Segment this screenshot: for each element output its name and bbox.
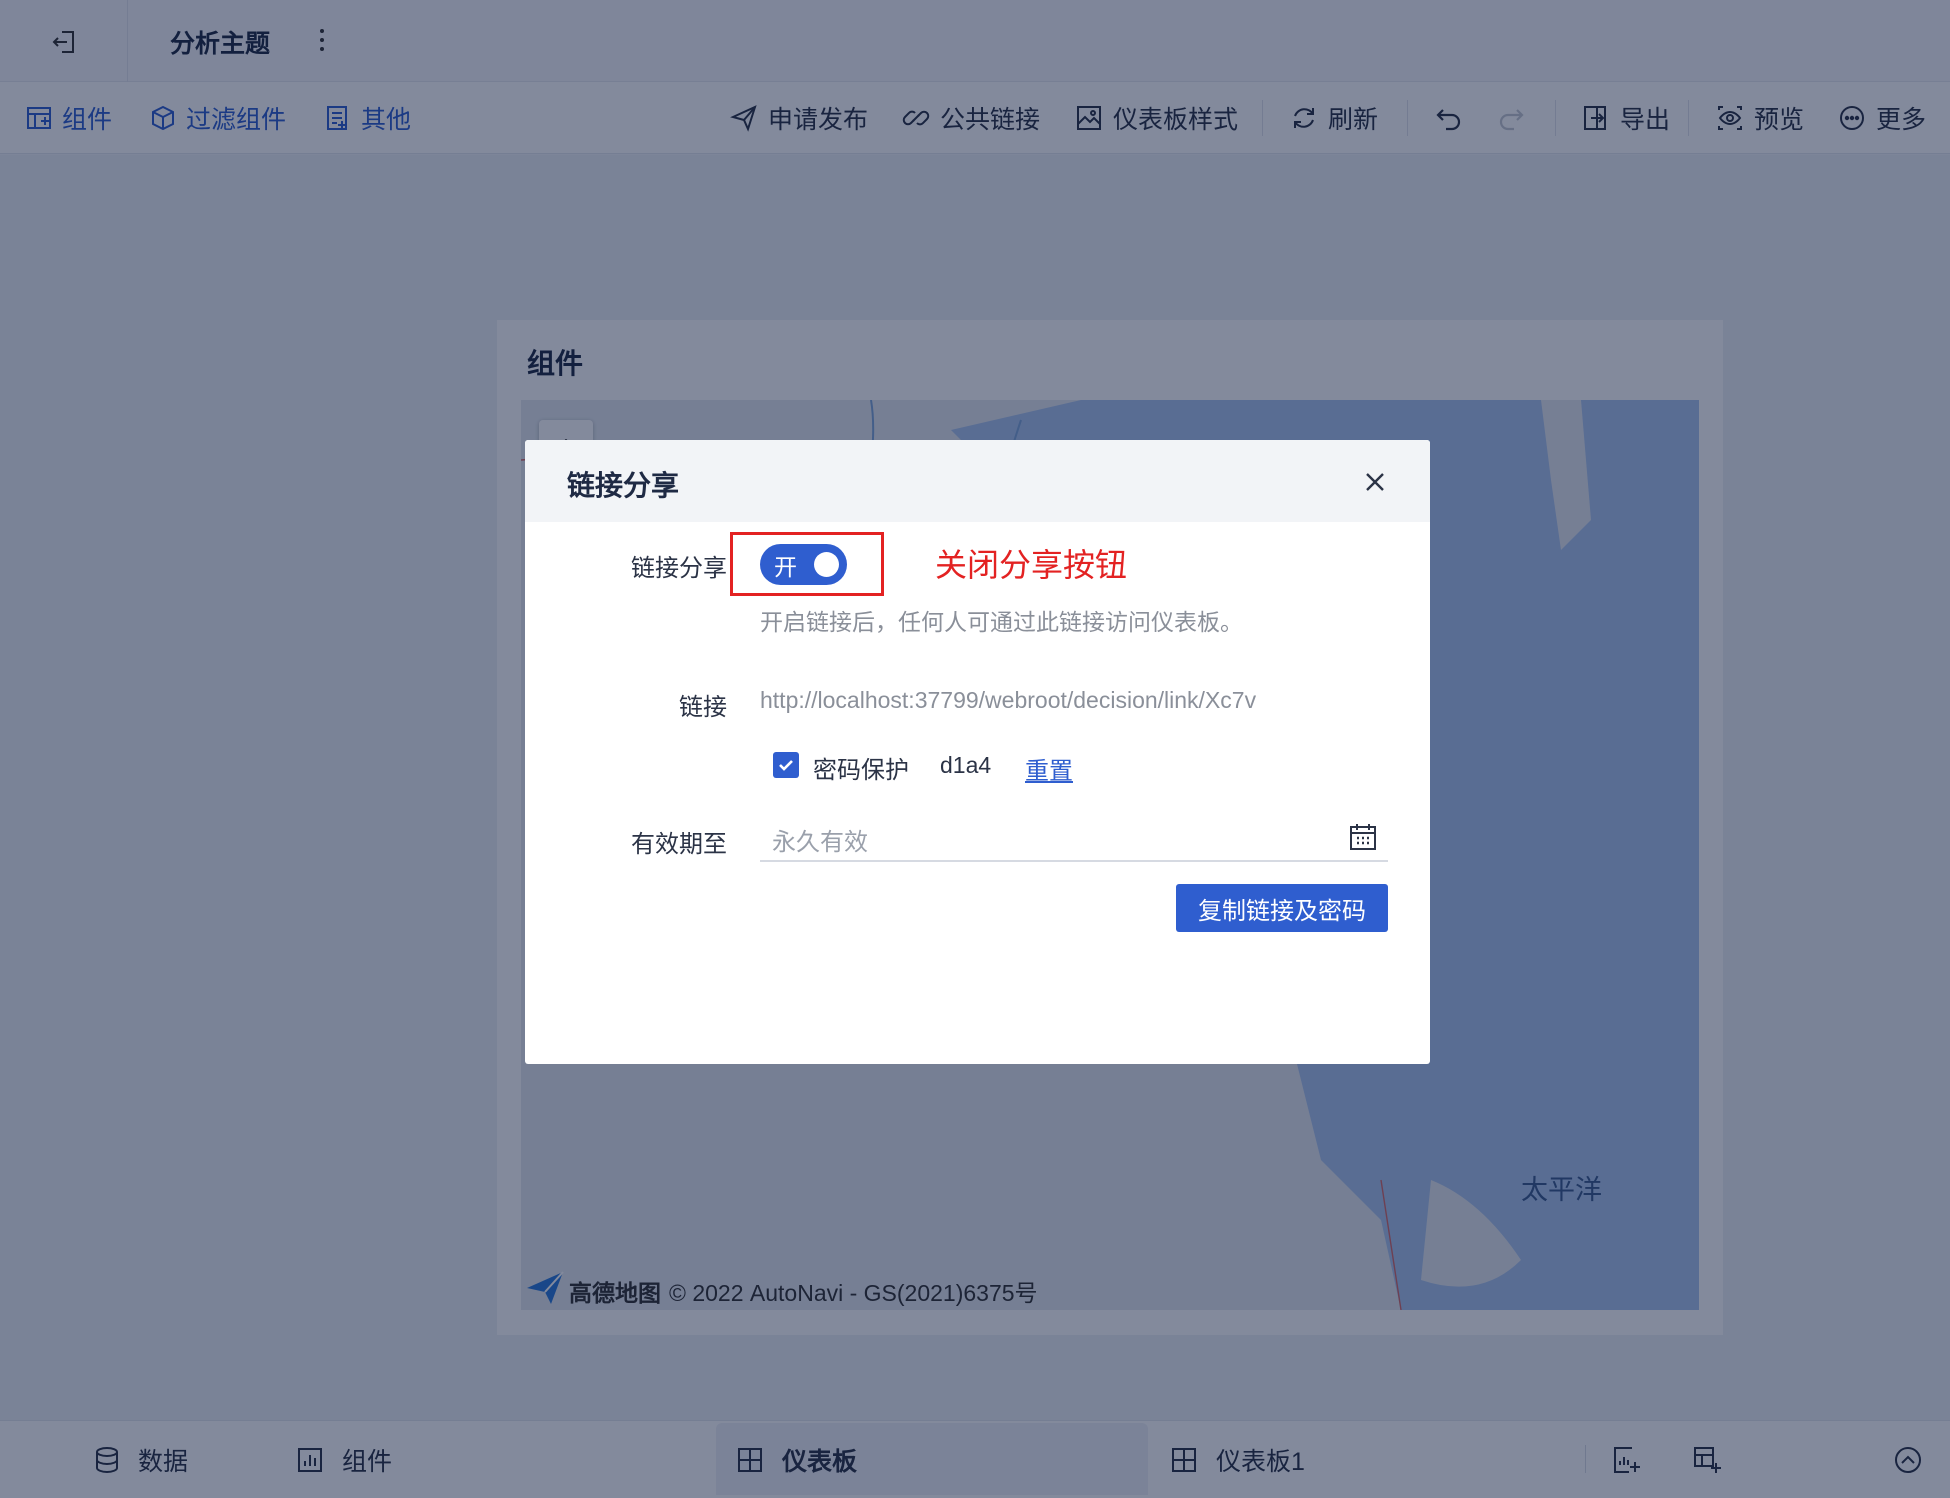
share-label: 链接分享 bbox=[631, 555, 727, 582]
share-hint: 开启链接后，任何人可通过此链接访问仪表板。 bbox=[760, 609, 1243, 635]
reset-password-link[interactable]: 重置 bbox=[1025, 751, 1073, 786]
dialog-title: 链接分享 bbox=[567, 470, 680, 501]
dialog-header: 链接分享 bbox=[525, 440, 1430, 522]
calendar-icon[interactable] bbox=[1348, 822, 1378, 852]
annotation-text: 关闭分享按钮 bbox=[935, 547, 1128, 583]
annotation-highlight-box bbox=[730, 532, 884, 596]
link-label: 链接 bbox=[679, 694, 727, 721]
copy-link-password-button[interactable]: 复制链接及密码 bbox=[1176, 884, 1388, 932]
password-value: d1a4 bbox=[940, 752, 992, 778]
close-icon[interactable] bbox=[1355, 462, 1395, 502]
expiry-label: 有效期至 bbox=[631, 831, 727, 858]
expiry-date-input[interactable]: 永久有效 bbox=[760, 814, 1388, 862]
share-link-url[interactable]: http://localhost:37799/webroot/decision/… bbox=[760, 687, 1256, 714]
expiry-placeholder: 永久有效 bbox=[772, 829, 868, 856]
password-protect-label: 密码保护 bbox=[813, 757, 909, 784]
password-protect-checkbox[interactable] bbox=[773, 752, 799, 778]
checkmark-icon bbox=[779, 760, 793, 771]
link-share-dialog: 链接分享 链接分享 开 关闭分享按钮 开启链接后，任何人可通过此链接访问仪表板。… bbox=[525, 440, 1430, 1064]
